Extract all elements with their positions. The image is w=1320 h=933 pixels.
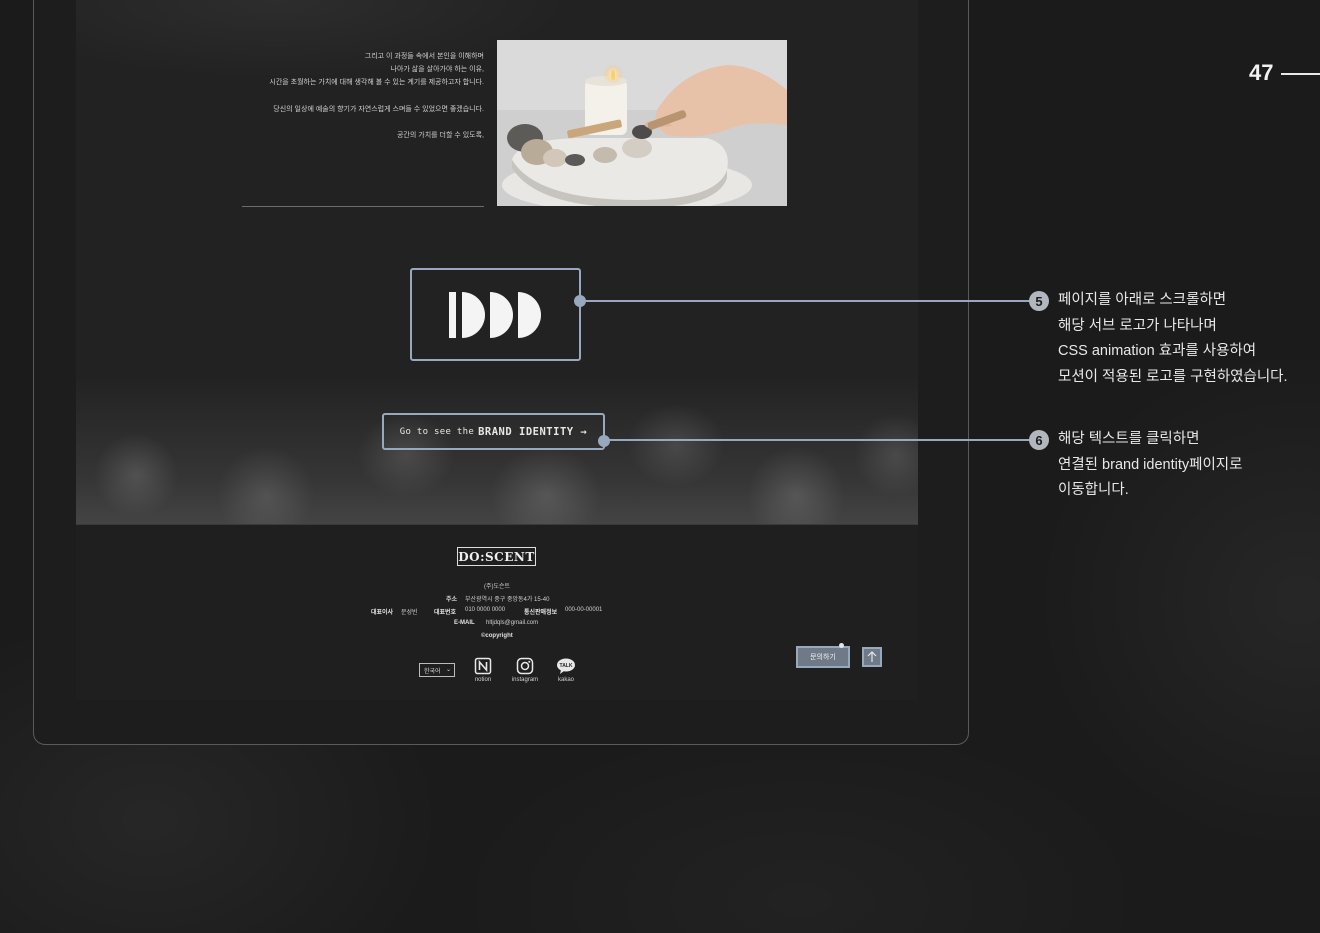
annotation-line: 해당 서브 로고가 나타나며 bbox=[1058, 317, 1217, 334]
blurred-background-band bbox=[76, 375, 918, 525]
kakao-label: kakao bbox=[557, 677, 574, 683]
page-number-rule bbox=[1281, 73, 1320, 75]
language-select[interactable]: 한국어 ⌄ bbox=[419, 663, 455, 677]
ceo-value: 문성빈 bbox=[401, 610, 418, 616]
company-name: (주)도슨트 bbox=[484, 584, 511, 590]
instagram-label: instagram bbox=[511, 677, 539, 683]
language-value: 한국어 bbox=[424, 668, 441, 675]
annotation-6-text: 해당 텍스트를 클릭하면 연결된 brand identity페이지로 이동합니… bbox=[1058, 427, 1242, 504]
story-text: 그리고 이 과정들 속에서 본인을 이해하며 나아가 삶을 살아가야 하는 이유… bbox=[242, 50, 484, 142]
story-line: 당신의 일상에 예술의 향기가 자연스럽게 스며들 수 있었으면 좋겠습니다. bbox=[273, 106, 484, 113]
arrow-up-icon bbox=[867, 651, 877, 662]
story-line: 시간을 초월하는 가치에 대해 생각해 볼 수 있는 계기를 제공하고자 합니다… bbox=[269, 79, 484, 86]
inquiry-button[interactable]: 문의하기 bbox=[796, 643, 850, 668]
chevron-down-icon: ⌄ bbox=[445, 667, 451, 673]
story-line: 공간의 가치를 더할 수 있도록, bbox=[396, 132, 484, 139]
page-number: 47 bbox=[1249, 60, 1274, 85]
annotation-5-badge: 5 bbox=[1029, 291, 1049, 311]
connector-dot bbox=[598, 435, 610, 447]
story-line: 나아가 삶을 살아가야 하는 이유, bbox=[390, 66, 484, 73]
candle-photo bbox=[497, 40, 787, 206]
annotation-5-connector bbox=[586, 300, 1036, 302]
notion-link[interactable]: notion bbox=[463, 657, 503, 683]
kakao-link[interactable]: TALK kakao bbox=[546, 657, 586, 683]
brand-link-emphasis: BRAND IDENTITY → bbox=[478, 425, 588, 438]
connector-dot bbox=[574, 295, 586, 307]
annotation-line: 연결된 brand identity페이지로 bbox=[1058, 456, 1243, 473]
notion-icon bbox=[474, 657, 492, 675]
story-divider bbox=[242, 206, 484, 207]
ddd-logo-icon bbox=[448, 291, 541, 338]
annotation-6-badge: 6 bbox=[1029, 430, 1049, 450]
ceo-label: 대표이사 bbox=[371, 610, 394, 616]
annotation-line: 페이지를 아래로 스크롤하면 bbox=[1058, 292, 1227, 308]
notion-label: notion bbox=[474, 677, 492, 683]
annotation-5-text: 페이지를 아래로 스크롤하면 해당 서브 로고가 나타나며 CSS animat… bbox=[1058, 288, 1288, 390]
sub-logo-box bbox=[410, 268, 586, 361]
footer-logo[interactable]: DO:SCENT bbox=[457, 547, 536, 566]
website-screen: 그리고 이 과정들 속에서 본인을 이해하며 나아가 삶을 살아가야 하는 이유… bbox=[76, 0, 918, 700]
annotation-line: CSS animation 효과를 사용하여 bbox=[1058, 343, 1257, 359]
instagram-link[interactable]: instagram bbox=[505, 657, 545, 683]
phone-value: 010 0000 0000 bbox=[465, 607, 506, 613]
instagram-icon bbox=[516, 657, 534, 675]
site-footer: DO:SCENT (주)도슨트 주소 부산광역시 중구 중앙동4가 15-40 … bbox=[76, 524, 918, 700]
address-label: 주소 bbox=[446, 597, 458, 603]
kakao-icon: TALK bbox=[557, 658, 575, 674]
notification-dot bbox=[839, 643, 844, 648]
ecommerce-value: 000-00-00001 bbox=[565, 607, 603, 613]
email-value[interactable]: hltjdqls@gmail.com bbox=[486, 620, 538, 626]
annotation-line: 해당 텍스트를 클릭하면 bbox=[1058, 431, 1200, 447]
annotation-line: 모션이 적용된 로고를 구현하였습니다. bbox=[1058, 368, 1288, 385]
address-value: 부산광역시 중구 중앙동4가 15-40 bbox=[465, 597, 550, 603]
copyright: ©copyright bbox=[481, 633, 513, 639]
annotation-6-connector bbox=[609, 439, 1036, 441]
scroll-to-top-button[interactable] bbox=[862, 647, 882, 667]
brand-identity-link[interactable]: Go to see the BRAND IDENTITY → bbox=[382, 413, 610, 450]
svg-text:TALK: TALK bbox=[560, 663, 573, 669]
ecommerce-label: 통신판매정보 bbox=[524, 610, 558, 616]
story-line: 그리고 이 과정들 속에서 본인을 이해하며 bbox=[364, 53, 484, 60]
inquiry-label: 문의하기 bbox=[810, 654, 836, 661]
phone-label: 대표번호 bbox=[434, 610, 457, 616]
annotation-line: 이동합니다. bbox=[1058, 482, 1129, 498]
brand-link-prefix: Go to see the bbox=[399, 426, 475, 437]
email-label: E-MAIL bbox=[454, 620, 475, 626]
